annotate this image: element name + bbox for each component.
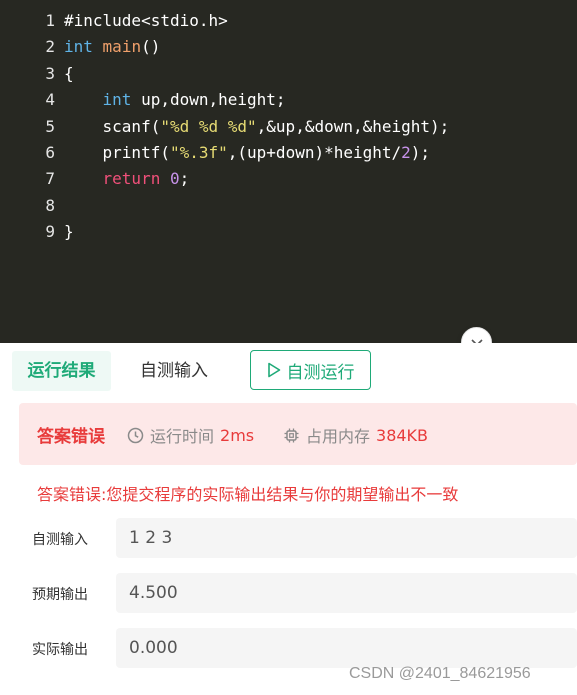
- line-number: 9: [45, 222, 55, 242]
- watermark: CSDN @2401_84621956: [349, 665, 531, 682]
- line-number: 5: [45, 116, 55, 136]
- run-time: 运行时间 2ms: [127, 423, 254, 447]
- code-token: printf(: [64, 142, 170, 162]
- code-token: 0: [169, 169, 180, 189]
- line-code: scanf("%d %d %d",&up,&down,&height);: [64, 114, 450, 140]
- code-token: }: [64, 222, 74, 242]
- line-code: #include<stdio.h>: [64, 8, 228, 34]
- run-time-value: 2ms: [220, 425, 255, 445]
- code-line: 1 #include<stdio.h>: [0, 8, 577, 34]
- actual-row-label: 实际输出: [32, 642, 88, 658]
- run-button-label: 自测运行: [286, 362, 355, 383]
- code-token: );: [410, 142, 431, 162]
- line-number: 2: [45, 37, 55, 57]
- code-token: 2: [401, 142, 411, 162]
- code-line: 4 int up,down,height;: [0, 87, 577, 113]
- actual-row-value: 0.000: [116, 628, 577, 668]
- line-code: return 0;: [64, 166, 190, 192]
- code-line: 5 scanf("%d %d %d",&up,&down,&height);: [0, 114, 577, 140]
- expected-row-value: 4.500: [116, 573, 577, 613]
- input-row-label: 自测输入: [32, 532, 88, 548]
- line-code: printf("%.3f",(up+down)*height/2);: [64, 140, 431, 166]
- input-row-value: 1 2 3: [116, 518, 577, 558]
- line-number: 3: [45, 63, 55, 83]
- code-token: scanf(: [64, 116, 161, 136]
- line-code: {: [64, 61, 74, 87]
- line-number: 7: [45, 169, 55, 189]
- play-icon: [267, 362, 280, 378]
- status-title: 答案错误: [37, 427, 105, 447]
- code-token: ,&up,&down,&height);: [256, 116, 450, 136]
- code-line: 8: [0, 193, 577, 219]
- self-test-run-button[interactable]: 自测运行: [250, 350, 371, 390]
- line-code: int main(): [64, 34, 160, 60]
- tab-self-test-input[interactable]: 自测输入: [140, 351, 208, 391]
- code-token: #include<stdio.h>: [64, 11, 228, 30]
- expected-row-label: 预期输出: [32, 587, 88, 603]
- code-line: 9}: [0, 219, 577, 245]
- line-number: 8: [45, 195, 55, 215]
- code-token: ,(up+down)*height/: [227, 142, 402, 162]
- code-token: int: [64, 37, 93, 57]
- clock-icon: [127, 427, 144, 443]
- code-line: 7 return 0;: [0, 166, 577, 192]
- code-token: {: [64, 63, 74, 83]
- code-token: "%d %d %d": [160, 116, 257, 136]
- line-number: 6: [45, 142, 55, 162]
- code-token: return: [102, 169, 161, 189]
- status-banner: 答案错误 运行时间 2ms 占用内存 384KB: [19, 403, 577, 465]
- code-token: int: [102, 90, 132, 110]
- code-line: 2 int main(): [0, 34, 577, 60]
- code-token: main: [102, 37, 142, 57]
- line-number: 4: [45, 90, 55, 110]
- memory-label: 占用内存: [306, 427, 371, 446]
- memory-value: 384KB: [376, 425, 429, 445]
- code-token: ;: [179, 169, 190, 189]
- code-editor[interactable]: 1 #include<stdio.h> 2 int main() 3{4 int up,…: [0, 0, 577, 343]
- code-line: 3{: [0, 61, 577, 87]
- run-time-label: 运行时间: [150, 427, 215, 446]
- line-code: }: [64, 219, 74, 245]
- chip-icon: [284, 428, 299, 442]
- code-token: (): [141, 37, 161, 57]
- code-line: 6 printf("%.3f",(up+down)*height/2);: [0, 140, 577, 166]
- memory-usage: 占用内存 384KB: [283, 423, 428, 447]
- error-message: 答案错误:您提交程序的实际输出结果与你的期望输出不一致: [37, 485, 459, 504]
- line-number: 1: [45, 11, 55, 30]
- code-token: "%.3f": [169, 142, 228, 162]
- tab-run-result[interactable]: 运行结果: [12, 351, 111, 391]
- line-code: int up,down,height;: [64, 87, 286, 113]
- code-token: up,down,height;: [131, 90, 286, 110]
